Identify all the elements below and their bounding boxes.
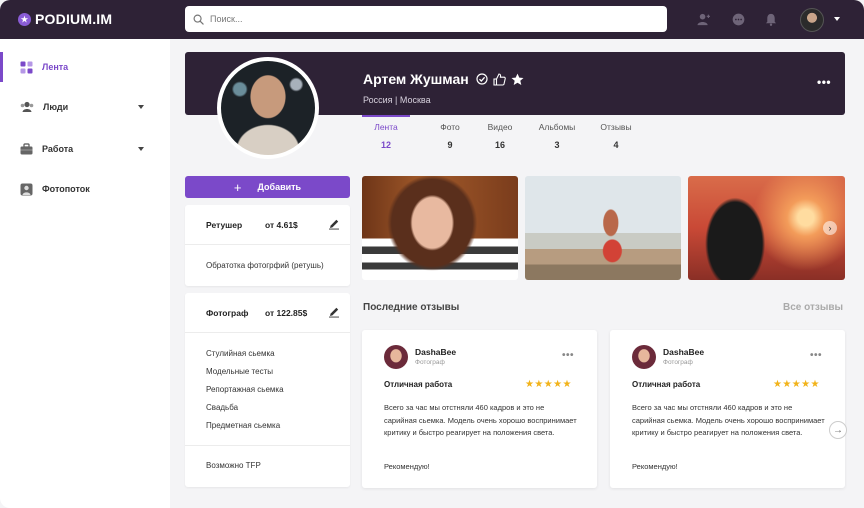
reviews-title: Последние отзывы (363, 302, 460, 313)
service-item: Модельные тесты (206, 367, 273, 376)
service-price: от 4.61$ (265, 219, 298, 230)
tab-count: 12 (380, 140, 391, 150)
reviewer-avatar[interactable] (632, 345, 656, 369)
plus-icon: + (233, 179, 242, 195)
reviews-next-arrow-right-icon[interactable]: → (829, 421, 847, 439)
profile-tabs: Лента 12 Фото 9 Видео 16 Альбомы 3 Отзыв… (362, 115, 642, 160)
tab-count: 3 (554, 140, 560, 150)
tab-label: Фото (440, 122, 460, 132)
service-title: Ретушер (206, 219, 243, 230)
chevron-down-icon (138, 105, 144, 109)
sidebar-item-label: Лента (42, 62, 69, 72)
sidebar-item-label: Работа (42, 144, 74, 154)
sidebar-item-people[interactable]: Люди (0, 92, 170, 122)
profile-name-row: Артем Жушман (363, 71, 524, 87)
sidebar-item-photostream[interactable]: Фотопоток (0, 174, 170, 204)
tab-photo[interactable]: Фото 9 (420, 115, 480, 160)
tab-count: 9 (447, 140, 453, 150)
sidebar-item-feed[interactable]: Лента (0, 52, 170, 82)
messages-icon[interactable] (731, 12, 745, 26)
edit-pencil-icon[interactable] (328, 306, 340, 318)
review-text: Всего за час мы отстняли 460 кадров и эт… (384, 403, 577, 437)
profile-more-icon[interactable]: ••• (817, 75, 831, 89)
tab-label: Отзывы (600, 122, 632, 132)
service-item: Стулийная сьемка (206, 349, 275, 358)
service-item: Репортажная сьемка (206, 385, 284, 394)
all-reviews-link[interactable]: Все отзывы (783, 302, 843, 313)
tab-count: 16 (494, 140, 505, 150)
service-card-photographer: Фотограф от 122.85$ Стулийная сьемка Мод… (185, 293, 350, 487)
reviewer-role: Фотограф (415, 359, 445, 366)
add-button-label: Добавить (257, 182, 302, 192)
people-icon (20, 101, 34, 112)
tab-count: 4 (613, 140, 619, 150)
sidebar-item-work[interactable]: Работа (0, 134, 170, 164)
logo-icon: ★ (18, 12, 31, 26)
gallery-photo[interactable] (362, 176, 518, 280)
grid-icon (20, 61, 33, 73)
thumbs-up-icon[interactable] (493, 72, 506, 86)
review-title: Отличная работа (632, 380, 701, 389)
gallery-photo[interactable] (525, 176, 681, 280)
notifications-bell-icon[interactable] (764, 12, 778, 26)
profile-name: Артем Жушман (363, 71, 469, 87)
review-footer: Рекомендую! (384, 462, 430, 471)
tab-label: Видео (487, 122, 513, 132)
gallery-next-chevron-right-icon[interactable]: › (823, 221, 837, 235)
service-item: Свадьба (206, 403, 239, 412)
service-item: Обратотка фотогрфий (ретушь) (206, 261, 324, 270)
service-price: от 122.85$ (265, 307, 308, 318)
service-title: Фотограф (206, 307, 249, 318)
rating-stars-icon: ★★★★★ (525, 379, 572, 390)
review-footer: Рекомендую! (632, 462, 678, 471)
tab-label: Лента (374, 122, 398, 132)
add-button[interactable]: + Добавить (185, 176, 350, 198)
logo[interactable]: ★ PODIUM.IM (18, 11, 112, 27)
briefcase-icon (20, 143, 33, 155)
sidebar-item-label: Фотопоток (42, 184, 90, 194)
star-icon[interactable] (511, 73, 524, 86)
verified-check-icon (476, 73, 488, 85)
user-avatar[interactable] (800, 8, 824, 32)
service-header: Фотограф от 122.85$ (185, 293, 350, 333)
profile-avatar[interactable] (217, 57, 319, 159)
edit-pencil-icon[interactable] (328, 218, 340, 230)
logo-text: PODIUM.IM (35, 11, 113, 27)
reviewer-role: Фотограф (663, 359, 693, 366)
search-input[interactable] (210, 14, 650, 24)
review-more-icon[interactable]: ••• (562, 350, 574, 361)
photo-user-icon (20, 183, 33, 195)
add-friend-icon[interactable] (696, 12, 710, 26)
review-title: Отличная работа (384, 380, 453, 389)
review-text: Всего за час мы отстняли 460 кадров и эт… (632, 403, 825, 437)
sidebar-item-label: Люди (43, 102, 69, 112)
service-item-list: Стулийная сьемка Модельные тесты Репорта… (185, 333, 350, 446)
top-bar: ★ PODIUM.IM (0, 0, 864, 39)
sidebar: Лента Люди Работа Фотопоток (0, 39, 170, 508)
service-card-retoucher: Ретушер от 4.61$ Обратотка фотогрфий (ре… (185, 205, 350, 286)
search-box[interactable] (185, 6, 667, 32)
tab-video[interactable]: Видео 16 (480, 115, 520, 160)
service-footer: Возможно TFP (206, 461, 261, 470)
chevron-down-icon (138, 147, 144, 151)
tab-feed[interactable]: Лента 12 (362, 115, 410, 160)
service-header: Ретушер от 4.61$ (185, 205, 350, 245)
tab-reviews[interactable]: Отзывы 4 (590, 115, 642, 160)
gallery-photo[interactable] (688, 176, 845, 280)
reviewer-avatar[interactable] (384, 345, 408, 369)
reviewer-name[interactable]: DashaBee (415, 347, 456, 357)
user-menu-chevron-down-icon[interactable] (834, 17, 840, 21)
tab-albums[interactable]: Альбомы 3 (528, 115, 586, 160)
reviewer-name[interactable]: DashaBee (663, 347, 704, 357)
profile-location: Россия | Москва (363, 95, 431, 105)
service-item: Предметная сьемка (206, 421, 281, 430)
review-card: DashaBee Фотограф ••• Отличная работа ★★… (362, 330, 597, 488)
tab-label: Альбомы (538, 122, 576, 132)
search-icon (193, 14, 204, 25)
rating-stars-icon: ★★★★★ (773, 379, 820, 390)
app-window: ★ PODIUM.IM Поиск... Лента Люди Работа Ф… (0, 0, 864, 508)
review-more-icon[interactable]: ••• (810, 350, 822, 361)
review-card: DashaBee Фотограф ••• Отличная работа ★★… (610, 330, 845, 488)
